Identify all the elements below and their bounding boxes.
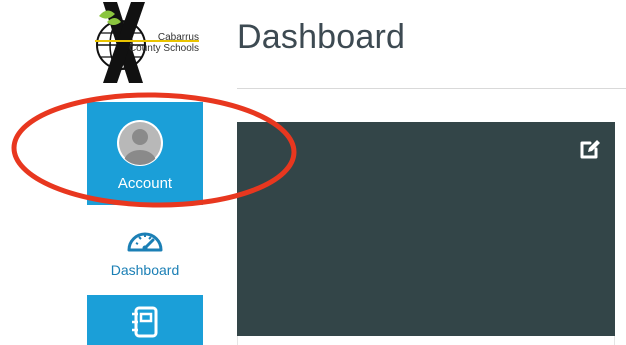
notebook-icon [132, 306, 158, 338]
sidebar-item-label: Account [117, 175, 173, 192]
sidebar-item-label: Dashboard [110, 262, 180, 278]
dashboard-card-footer [237, 336, 615, 345]
header-divider [237, 88, 626, 89]
logo-line1: Cabarrus [157, 32, 199, 43]
logo-line2: County Schools [128, 43, 199, 54]
dashboard-gauge-icon [127, 232, 163, 252]
dashboard-card [237, 122, 615, 336]
sidebar-item-notebook[interactable] [87, 295, 203, 345]
page-title: Dashboard [237, 18, 406, 56]
avatar-icon [117, 120, 163, 166]
sidebar-item-dashboard[interactable]: Dashboard [87, 215, 203, 288]
district-logo: Cabarrus County Schools [87, 0, 203, 85]
sidebar-item-account[interactable]: Account [87, 102, 203, 205]
edit-icon[interactable] [579, 138, 601, 160]
sidebar-nav: Account Dashboard [87, 100, 203, 345]
